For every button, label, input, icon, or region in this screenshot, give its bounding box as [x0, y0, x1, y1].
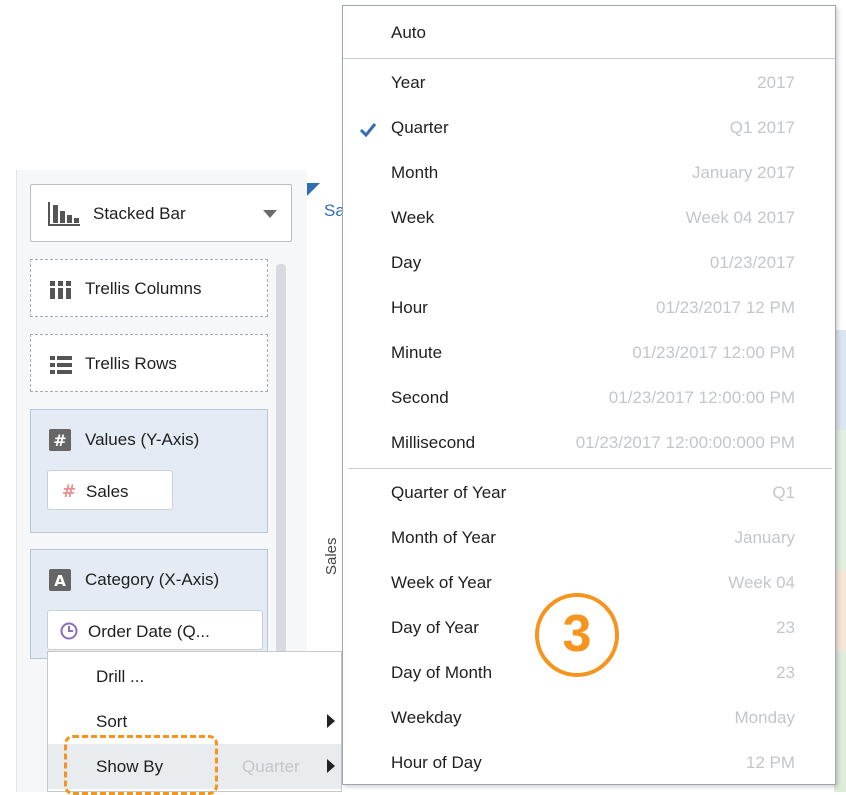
- show-by-month[interactable]: Month January 2017: [343, 151, 835, 196]
- show-by-example: 23: [776, 663, 795, 682]
- stacked-bar-icon: [48, 202, 80, 226]
- category-axis-zone[interactable]: A Category (X-Axis) Order Date (Q...: [30, 549, 268, 659]
- attribute-a-icon: A: [49, 569, 71, 591]
- show-by-month-of-year[interactable]: Month of Year January: [343, 516, 835, 561]
- show-by-example: Week 04: [728, 573, 795, 592]
- show-by-example: 2017: [757, 73, 795, 92]
- trellis-columns-dropzone[interactable]: Trellis Columns: [30, 259, 268, 317]
- show-by-example: Q1: [772, 483, 795, 502]
- show-by-label: Hour of Day: [391, 753, 482, 772]
- step-number-callout: 3: [535, 593, 619, 677]
- show-by-label: Weekday: [391, 708, 462, 727]
- order-date-pill[interactable]: Order Date (Q...: [47, 610, 263, 650]
- menu-divider: [343, 58, 835, 59]
- show-by-example: Week 04 2017: [685, 208, 795, 227]
- show-by-example: 23: [776, 618, 795, 637]
- show-by-day[interactable]: Day 01/23/2017: [343, 241, 835, 286]
- show-by-example: Monday: [734, 708, 795, 727]
- trellis-columns-label: Trellis Columns: [85, 279, 202, 298]
- show-by-label: Second: [391, 388, 449, 407]
- sales-pill-label: Sales: [86, 482, 129, 501]
- trellis-rows-icon: [50, 356, 72, 374]
- show-by-millisecond[interactable]: Millisecond 01/23/2017 12:00:00:000 PM: [343, 421, 835, 466]
- show-by-example: January: [734, 528, 795, 547]
- show-by-hour[interactable]: Hour 01/23/2017 12 PM: [343, 286, 835, 331]
- checkmark-icon: [359, 123, 377, 138]
- menu-item-label: Sort: [96, 712, 128, 731]
- menu-item-current-value: Quarter: [242, 757, 300, 776]
- show-by-example: 01/23/2017 12 PM: [656, 298, 795, 317]
- show-by-label: Month of Year: [391, 528, 496, 547]
- show-by-second[interactable]: Second 01/23/2017 12:00:00 PM: [343, 376, 835, 421]
- submenu-arrow-icon: [327, 714, 335, 728]
- show-by-example: 01/23/2017 12:00 PM: [632, 343, 795, 362]
- show-by-label: Month: [391, 163, 439, 182]
- show-by-minute[interactable]: Minute 01/23/2017 12:00 PM: [343, 331, 835, 376]
- show-by-example: 01/23/2017: [709, 253, 795, 272]
- chart-type-selector[interactable]: Stacked Bar: [30, 184, 292, 242]
- show-by-label: Week of Year: [391, 573, 492, 592]
- show-by-label: Quarter of Year: [391, 483, 507, 502]
- show-by-label: Day of Year: [391, 618, 479, 637]
- menu-divider: [348, 468, 832, 469]
- show-by-label: Quarter: [391, 118, 449, 137]
- chart-type-label: Stacked Bar: [93, 204, 186, 223]
- show-by-label: Day: [391, 253, 422, 272]
- panel-scrollbar[interactable]: [276, 264, 286, 684]
- show-by-label: Auto: [391, 23, 426, 42]
- show-by-year[interactable]: Year 2017: [343, 61, 835, 106]
- svg-text:A: A: [54, 572, 66, 590]
- svg-text:#: #: [53, 431, 66, 450]
- y-axis-label: Sales: [323, 537, 340, 575]
- values-axis-title: Values (Y-Axis): [85, 430, 200, 449]
- menu-item-drill[interactable]: Drill ...: [48, 654, 341, 699]
- show-by-label: Day of Month: [391, 663, 493, 682]
- show-by-weekday[interactable]: Weekday Monday: [343, 696, 835, 741]
- clock-icon: [60, 622, 78, 640]
- show-by-label: Minute: [391, 343, 443, 362]
- svg-text:#: #: [62, 482, 76, 500]
- trellis-rows-dropzone[interactable]: Trellis Rows: [30, 334, 268, 392]
- show-by-example: 01/23/2017 12:00:00:000 PM: [575, 433, 795, 452]
- show-by-example: 01/23/2017 12:00:00 PM: [608, 388, 795, 407]
- order-date-pill-label: Order Date (Q...: [88, 622, 210, 641]
- show-by-label: Hour: [391, 298, 428, 317]
- show-by-example: Q1 2017: [729, 118, 795, 137]
- trellis-columns-icon: [50, 281, 71, 299]
- hash-icon: #: [49, 429, 71, 451]
- show-by-auto[interactable]: Auto: [343, 11, 835, 56]
- show-by-quarter[interactable]: Quarter Q1 2017: [343, 106, 835, 151]
- show-by-hour-of-day[interactable]: Hour of Day 12 PM: [343, 741, 835, 786]
- corner-marker-icon: [306, 183, 320, 197]
- menu-item-label: Drill ...: [96, 667, 145, 686]
- chart-title-tab: Sa: [306, 183, 346, 223]
- show-by-quarter-of-year[interactable]: Quarter of Year Q1: [343, 471, 835, 516]
- show-by-highlight-annotation: [64, 735, 218, 795]
- measure-hash-icon: #: [62, 482, 76, 500]
- show-by-label: Millisecond: [391, 433, 476, 452]
- show-by-label: Week: [391, 208, 435, 227]
- show-by-label: Year: [391, 73, 426, 92]
- chevron-down-icon[interactable]: [263, 210, 277, 218]
- show-by-example: January 2017: [691, 163, 795, 182]
- submenu-arrow-icon: [327, 759, 335, 773]
- trellis-rows-label: Trellis Rows: [85, 354, 177, 373]
- sales-measure-pill[interactable]: # Sales: [47, 470, 173, 510]
- values-axis-zone[interactable]: # Values (Y-Axis) # Sales: [30, 409, 268, 533]
- show-by-week[interactable]: Week Week 04 2017: [343, 196, 835, 241]
- show-by-example: 12 PM: [745, 753, 795, 772]
- category-axis-title: Category (X-Axis): [85, 570, 220, 589]
